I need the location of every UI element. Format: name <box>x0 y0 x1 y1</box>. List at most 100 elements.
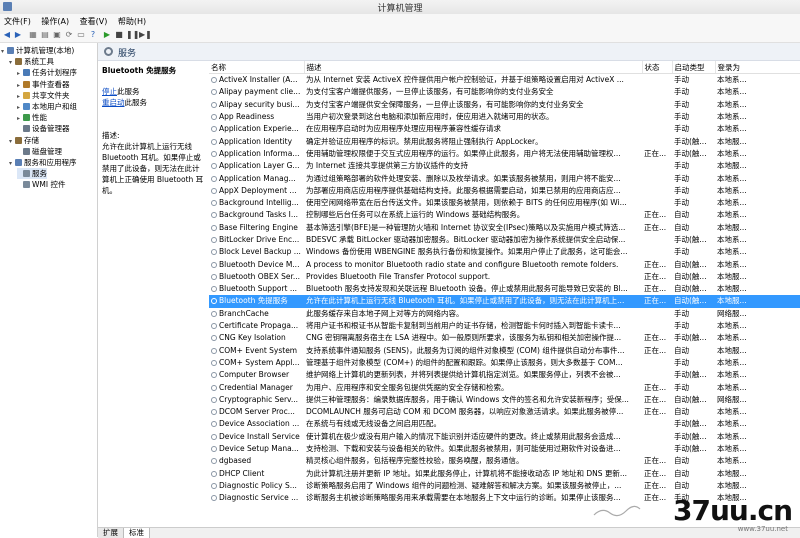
table-row[interactable]: AppX Deployment ... 为部署应用商店应用程序提供基础结构支持。此… <box>209 185 800 197</box>
service-startup-cell: 自动 <box>672 455 715 467</box>
cell-text: 正在... <box>644 345 667 355</box>
tree-node[interactable]: ▸ 本地用户和组 <box>17 101 77 112</box>
table-row[interactable]: Application Identity 确定并验证应用程序的标识。禁用此服务将阻… <box>209 135 800 147</box>
table-row[interactable]: Device Install Service 使计算机在极少或没有用户输入的情况下… <box>209 431 800 443</box>
tree-node[interactable]: 服务 <box>17 168 47 180</box>
service-logon-cell: 本地服... <box>715 135 800 147</box>
cell-text: 正在... <box>644 456 667 466</box>
tree-node[interactable]: ▾ 服务和应用程序 <box>9 157 77 168</box>
service-logon-cell: 网络服... <box>715 308 800 320</box>
properties-icon[interactable]: ▣ <box>52 30 62 40</box>
table-row[interactable]: Application Informa... 使用辅助管理权限便于交互式应用程序的… <box>209 148 800 160</box>
column-status[interactable]: 状态 <box>642 61 673 74</box>
table-row[interactable]: Alipay payment clie... 为支付宝客户端提供服务，一旦停止该服… <box>209 86 800 98</box>
tree-node-icon <box>15 159 22 166</box>
cell-text: 本地系... <box>717 357 747 367</box>
tree-node[interactable]: 磁盘管理 <box>17 146 62 157</box>
table-row[interactable]: Background Tasks I... 控制哪些后台任务可以在系统上运行的 W… <box>209 209 800 221</box>
table-row[interactable]: Device Association ... 在系统与有线或无线设备之间启用匹配。… <box>209 418 800 430</box>
table-row[interactable]: Application Manag... 为通过组策略部署的软件处理安装、删除以及… <box>209 172 800 184</box>
service-gear-icon <box>211 249 217 256</box>
service-name-cell: Bluetooth 免提服务 <box>209 295 304 308</box>
forward-icon[interactable]: ▶ <box>13 30 23 40</box>
menu-help[interactable]: 帮助(H) <box>114 14 150 27</box>
table-row[interactable]: Cryptographic Serv... 提供三种管理服务：编录数据库服务，用于… <box>209 394 800 406</box>
table-row[interactable]: Bluetooth OBEX Ser... Provides Bluetooth … <box>209 271 800 283</box>
up-icon[interactable]: ▦ <box>28 30 38 40</box>
pause-service-icon[interactable]: ❚❚ <box>126 30 139 40</box>
service-logon-cell: 本地系... <box>715 406 800 418</box>
table-row[interactable]: COM+ Event System 支持系统事件通知服务 (SENS)，此服务为订… <box>209 345 800 357</box>
table-row[interactable]: Application Layer G... 为 Internet 连接共享提供第… <box>209 160 800 172</box>
menu-action[interactable]: 操作(A) <box>37 14 73 27</box>
table-row[interactable]: BranchCache 此服务缓存来自本地子网上对等方的网络内容。 手动 网络服... <box>209 308 800 320</box>
table-row[interactable]: Base Filtering Engine 基本筛选引擎(BFE)是一种管理防火墙… <box>209 222 800 234</box>
service-gear-icon <box>211 409 217 416</box>
service-name-cell: Block Level Backup ... <box>209 246 304 258</box>
table-row[interactable]: Device Setup Mana... 支持检测、下载和安装与设备相关的软件。如… <box>209 443 800 455</box>
table-row[interactable]: Computer Browser 维护网络上计算机的更新列表，并将列表提供给计算机… <box>209 369 800 381</box>
service-desc-cell: BDESVC 承载 BitLocker 驱动器加密服务。BitLocker 驱动… <box>304 234 642 246</box>
table-row[interactable]: dgbased 精灵核心组件服务，包括程序完整性校验，服务唤醒，服务通信。 正在..… <box>209 455 800 467</box>
cell-text: Device Association ... <box>219 419 300 429</box>
service-name-cell: DHCP Client <box>209 468 304 480</box>
cell-text: 手动(触... <box>674 235 707 244</box>
table-row[interactable]: ActiveX Installer (A... 为从 Internet 安装 Ac… <box>209 74 800 87</box>
help-icon[interactable]: ? <box>88 30 98 40</box>
table-row[interactable]: Bluetooth Device M... A process to monito… <box>209 258 800 270</box>
start-service-icon[interactable]: ▶ <box>102 30 112 40</box>
tree-node[interactable]: 设备管理器 <box>17 123 70 134</box>
back-icon[interactable]: ◀ <box>2 30 12 40</box>
tree-node[interactable]: ▸ 事件查看器 <box>17 79 70 90</box>
service-status-cell <box>642 185 672 197</box>
export-icon[interactable]: ▭ <box>76 30 86 40</box>
column-description[interactable]: 描述 <box>304 61 643 74</box>
cell-text: 手动(触... <box>674 370 707 380</box>
cell-text: 正在... <box>644 210 667 220</box>
menu-view[interactable]: 查看(V) <box>76 14 112 27</box>
table-row[interactable]: COM+ System Appl... 管理基于组件对象模型 (COM+) 的组件… <box>209 357 800 369</box>
table-row[interactable]: Bluetooth 免提服务 允许在此计算机上运行无线 Bluetooth 耳机。… <box>209 295 800 308</box>
table-row[interactable]: Bluetooth Support ... Bluetooth 服务支持发现和关联… <box>209 283 800 295</box>
tree-node[interactable]: WMI 控件 <box>17 179 65 190</box>
table-row[interactable]: Certificate Propaga... 将用户证书和根证书从智能卡复制到当前… <box>209 320 800 332</box>
table-row[interactable]: Block Level Backup ... Windows 备份使用 WBENG… <box>209 246 800 258</box>
table-row[interactable]: Background Intellig... 使用空闲网络带宽在后台传送文件。如果… <box>209 197 800 209</box>
tree-node[interactable]: ▾ 存储 <box>9 135 39 146</box>
restart-service-link[interactable]: 重启动 <box>102 98 125 107</box>
stop-service-link[interactable]: 停止 <box>102 87 117 96</box>
service-status-cell <box>642 246 672 258</box>
service-name-cell: Background Intellig... <box>209 197 304 209</box>
table-row[interactable]: App Readiness 当用户初次登录到这台电脑和添加新应用时，使应用进入就绪… <box>209 111 800 123</box>
service-gear-icon <box>211 458 217 465</box>
show-hide-tree-icon[interactable]: ▤ <box>40 30 50 40</box>
tree-node[interactable]: ▸ 共享文件夹 <box>17 90 70 101</box>
cell-text: 正在... <box>644 468 667 478</box>
tree-node[interactable]: ▾ 系统工具 <box>9 56 54 67</box>
stop-service-icon[interactable]: ■ <box>114 30 124 40</box>
service-logon-cell: 本地系... <box>715 99 800 111</box>
refresh-icon[interactable]: ⟳ <box>64 30 74 40</box>
table-row[interactable]: Credential Manager 为用户、应用程序和安全服务包提供凭据的安全存… <box>209 381 800 393</box>
table-row[interactable]: DCOM Server Proc... DCOMLAUNCH 服务可启动 COM … <box>209 406 800 418</box>
table-row[interactable]: Application Experie... 在应用程序启动时为应用程序处理应用程… <box>209 123 800 135</box>
cell-text: 支持系统事件通知服务 (SENS)，此服务为订阅的组件对象模型 (COM) 组件… <box>306 345 625 355</box>
menu-file[interactable]: 文件(F) <box>0 14 35 27</box>
service-logon-cell: 本地系... <box>715 74 800 87</box>
column-startup-type[interactable]: 启动类型 <box>672 61 716 74</box>
column-name[interactable]: 名称 <box>209 61 305 74</box>
service-status-cell: 正在... <box>642 394 672 406</box>
tree-node[interactable]: ▾ 计算机管理(本地) <box>1 45 74 56</box>
cell-text: 手动 <box>674 124 689 134</box>
column-log-on-as[interactable]: 登录为 <box>715 61 800 74</box>
table-row[interactable]: DHCP Client 为此计算机注册并更新 IP 地址。如果此服务停止，计算机将… <box>209 468 800 480</box>
cell-text: 本地系... <box>717 173 747 183</box>
restart-service-icon[interactable]: ▶❚ <box>139 30 152 40</box>
table-row[interactable]: CNG Key Isolation CNG 密钥隔离服务宿主在 LSA 进程中。如… <box>209 332 800 344</box>
tree-node[interactable]: ▸ 性能 <box>17 112 47 123</box>
cell-text: 本地系... <box>717 185 747 195</box>
cell-text: 精灵核心组件服务，包括程序完整性校验，服务唤醒，服务通信。 <box>306 456 524 466</box>
table-row[interactable]: Alipay security busi... 为支付宝客户端提供安全保障服务，一… <box>209 99 800 111</box>
table-row[interactable]: BitLocker Drive Enc... BDESVC 承载 BitLocke… <box>209 234 800 246</box>
tree-node[interactable]: ▸ 任务计划程序 <box>17 67 77 78</box>
